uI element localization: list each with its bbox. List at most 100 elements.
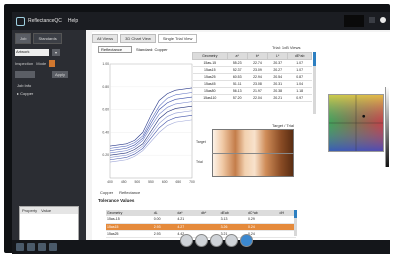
x-tick-label: 450 [121,180,127,184]
trial-row[interactable]: 15as45 51.11 23.08 20.31 1.04 [192,80,312,88]
table-cell: 20.38 [267,87,288,95]
dock-icon-2[interactable] [195,234,208,247]
tab-3d-chart[interactable]: 3D Chart View [120,34,156,43]
filter-button[interactable] [15,71,35,78]
chart-type-dropdown[interactable]: Reflectance [98,46,132,53]
trial-row[interactable]: 15as25 60.53 22.94 20.54 0.87 [192,73,312,81]
table-cell: 0.97 [287,94,312,102]
table-cell: 15as-15 [106,216,153,224]
color-space-map[interactable] [328,94,384,152]
app-title: ReflectanceQC [28,18,62,24]
table-cell: 3.13 [219,216,247,224]
dock-icon-4[interactable] [225,234,238,247]
trial-table-body: 15as-15 55.23 22.74 20.37 1.07 15as15 52.37 23.… [192,59,312,102]
left-panel: Job Standards Artwork ▾ Inspection Mode … [12,30,86,240]
mode-toggle[interactable] [49,60,56,67]
dock-icon-1[interactable] [180,234,193,247]
trial-row[interactable]: 15as15 52.37 23.09 20.27 1.07 [192,66,312,74]
property-grid: Property Value [19,206,79,240]
close-icon[interactable] [380,17,386,23]
table-cell: 56.13 [227,87,248,95]
chart-legend: Copper Reflectance [100,190,140,195]
legend-reflectance: Reflectance [119,190,141,195]
dock-icon-active[interactable] [240,234,253,247]
trial-table: Geometry a* b* L* dE*ab 15as-15 55.23 22.74 20.… [192,52,312,102]
view-tabs: All Views 3D Chart View Single Trial Vie… [92,34,198,43]
table-cell: 15as15 [106,223,153,231]
app-window: ReflectanceQC Help Job Standards Artwork… [12,12,390,240]
tree-item-label: Copper [20,91,34,96]
tab-standards[interactable]: Standards [33,33,62,44]
x-tick-label: 400 [107,180,113,184]
table-cell: 0.24 [246,223,279,231]
start-icon[interactable] [16,243,24,251]
trial-row[interactable]: 15as80 56.13 21.97 20.38 1.18 [192,87,312,95]
table-cell: 4.27 [176,223,201,231]
help-menu[interactable]: Help [68,18,78,24]
x-tick-label: 700 [189,180,195,184]
swatch-divider [212,153,294,154]
mode-row: Inspection Mode [12,58,86,69]
table-cell: 55.23 [227,59,248,67]
table-cell: 57.20 [227,94,248,102]
y-tick-label: 0.60 [102,108,109,112]
column-header[interactable]: L* [267,52,289,60]
app-launch-icon[interactable] [38,243,46,251]
x-tick-label: 600 [162,180,168,184]
plot-area [109,63,193,179]
monitor-frame: ReflectanceQC Help Job Standards Artwork… [4,4,390,254]
tab-job[interactable]: Job [15,33,32,44]
table-cell: 15as25 [192,73,228,81]
table-cell: 23.08 [247,80,268,88]
column-header[interactable]: a* [226,52,248,60]
left-tabs: Job Standards [12,30,86,47]
tab-all-views[interactable]: All Views [92,34,119,43]
chevron-down-icon[interactable]: ▾ [52,49,61,56]
column-header[interactable]: dE*ab [287,52,312,60]
scroll-thumb[interactable] [294,210,297,218]
reflectance-chart: 1.00 0.80 0.60 0.40 0.20 400 450 500 550 600 650 70… [102,62,195,184]
table-cell: 21.97 [247,87,268,95]
table-cell: 15as80 [192,87,228,95]
apply-button[interactable]: Apply [52,71,69,78]
column-header[interactable]: b* [246,52,269,60]
trial-table-scrollbar[interactable] [313,52,316,114]
y-tick-label: 0.20 [102,153,109,157]
value-column: Value [41,208,52,213]
artwork-select[interactable]: Artwork [15,49,49,56]
dock-icon-3[interactable] [210,234,223,247]
table-cell: 3.26 [219,223,247,231]
table-cell: 0.29 [246,216,279,224]
table-cell: 51.11 [227,80,248,88]
property-column: Property [22,208,38,213]
minimize-icon[interactable] [369,17,375,23]
table-cell: 60.53 [227,73,248,81]
trial-table-title: Trial: 1xB Views [272,45,301,50]
taskbar [12,234,390,254]
folder-icon[interactable] [27,243,35,251]
tolerance-scrollbar[interactable] [294,210,297,236]
tree-item-copper[interactable]: ▸ Copper [17,91,81,96]
table-cell: 0.00 [152,216,177,224]
apply-row: Apply [12,69,86,80]
tolerance-row[interactable]: 15as15 2.93 4.27 3.26 0.24 [106,223,296,231]
table-cell: 2.93 [152,223,177,231]
tab-single-trial[interactable]: Single Trial View [157,34,198,43]
table-cell [200,223,220,231]
tolerance-row[interactable]: 15as-15 0.00 4.21 3.13 0.29 [106,216,296,224]
table-cell: 22.94 [247,73,268,81]
title-bar-panel [344,15,364,27]
trial-row[interactable]: 15as110 57.20 22.04 20.21 0.97 [192,94,312,102]
trial-row[interactable]: 15as-15 55.23 22.74 20.37 1.07 [192,59,312,67]
browser-icon[interactable] [49,243,57,251]
column-header[interactable]: Geometry [192,52,228,60]
main-panel: All Views 3D Chart View Single Trial Vie… [92,32,390,240]
table-cell: 15as15 [192,66,228,74]
scroll-thumb[interactable] [313,52,316,66]
table-cell: 23.09 [247,66,268,74]
y-tick-label: 0.80 [102,85,109,89]
table-cell: 1.04 [287,80,312,88]
table-cell: 15as25 [106,230,153,238]
table-cell: 1.07 [287,59,312,67]
table-cell: 20.37 [267,59,288,67]
